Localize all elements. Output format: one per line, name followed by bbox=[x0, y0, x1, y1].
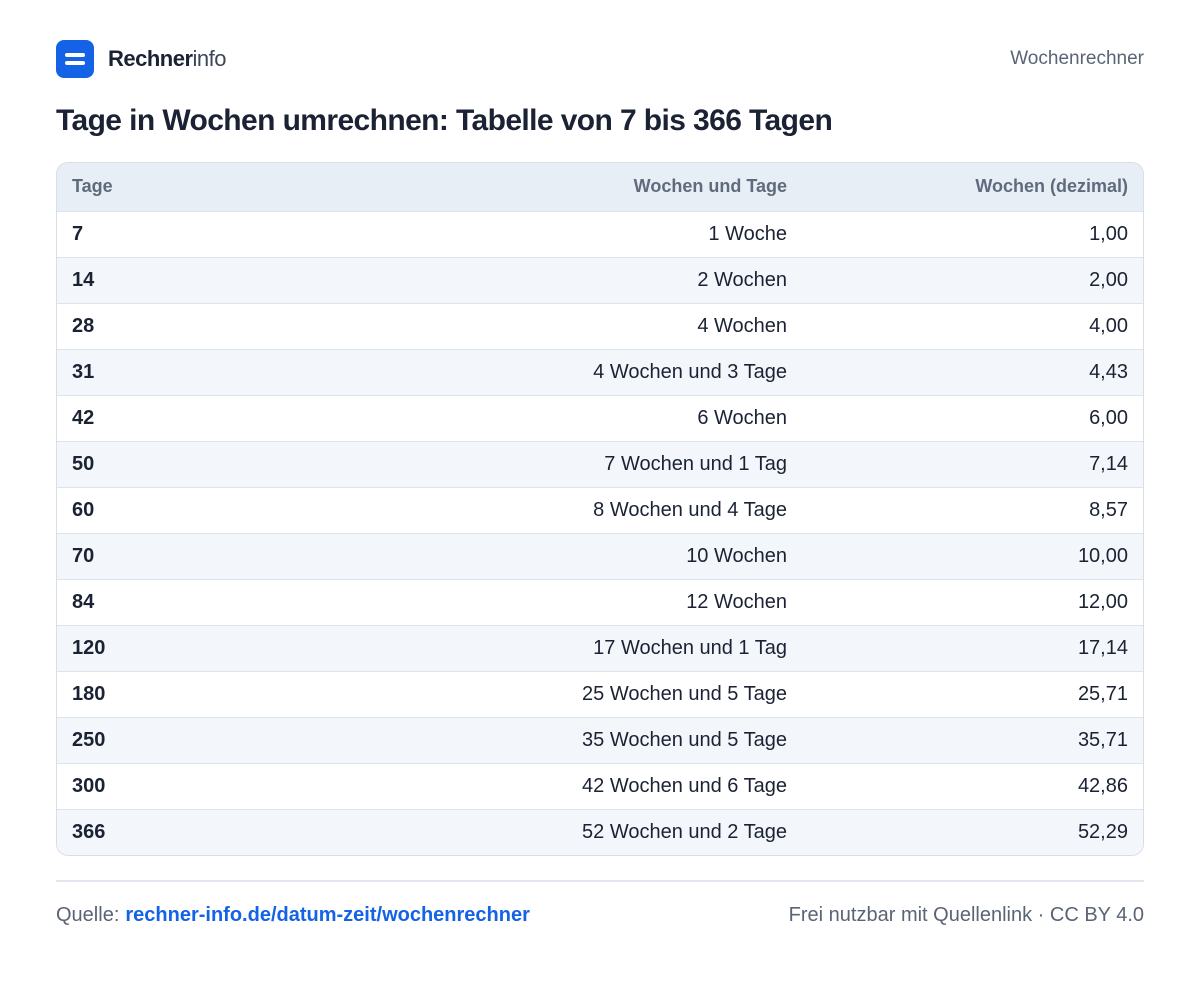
source-attribution: Quelle: rechner-info.de/datum-zeit/wochen… bbox=[56, 904, 530, 927]
cell-days: 300 bbox=[72, 774, 106, 797]
cell-days: 60 bbox=[72, 498, 95, 521]
page-title: Tage in Wochen umrechnen: Tabelle von 7 … bbox=[56, 104, 833, 137]
table-row: 14 2 Wochen 2,00 bbox=[57, 257, 1143, 303]
cell-days: 120 bbox=[72, 636, 106, 659]
header: Rechnerinfo Wochenrechner bbox=[56, 40, 1144, 78]
cell-days: 31 bbox=[72, 360, 95, 383]
cell-weeks-decimal: 35,71 bbox=[1077, 728, 1128, 751]
table-row: 366 52 Wochen und 2 Tage 52,29 bbox=[57, 809, 1143, 855]
cell-days: 28 bbox=[72, 314, 95, 337]
cell-weeks-days: 12 Wochen bbox=[686, 590, 787, 613]
cell-days: 84 bbox=[72, 590, 95, 613]
cell-weeks-days: 10 Wochen bbox=[686, 544, 787, 567]
table-row: 60 8 Wochen und 4 Tage 8,57 bbox=[57, 487, 1143, 533]
cell-weeks-decimal: 6,00 bbox=[1089, 406, 1128, 429]
cell-weeks-days: 42 Wochen und 6 Tage bbox=[582, 774, 787, 797]
source-label: Quelle: bbox=[56, 904, 120, 926]
cell-weeks-days: 8 Wochen und 4 Tage bbox=[593, 498, 787, 521]
cell-days: 180 bbox=[72, 682, 106, 705]
cell-weeks-days: 2 Wochen bbox=[697, 268, 787, 291]
cell-weeks-days: 6 Wochen bbox=[697, 406, 787, 429]
table-row: 250 35 Wochen und 5 Tage 35,71 bbox=[57, 717, 1143, 763]
table-row: 300 42 Wochen und 6 Tage 42,86 bbox=[57, 763, 1143, 809]
table-row: 84 12 Wochen 12,00 bbox=[57, 579, 1143, 625]
column-header-weeks-decimal: Wochen (dezimal) bbox=[975, 176, 1128, 197]
cell-weeks-decimal: 4,43 bbox=[1089, 360, 1128, 383]
table-row: 7 1 Woche 1,00 bbox=[57, 211, 1143, 257]
brand-name: Rechnerinfo bbox=[108, 46, 227, 72]
table-row: 70 10 Wochen 10,00 bbox=[57, 533, 1143, 579]
column-header-days: Tage bbox=[72, 176, 113, 197]
cell-weeks-decimal: 12,00 bbox=[1077, 590, 1128, 613]
column-header-weeks-days: Wochen und Tage bbox=[633, 176, 787, 197]
cell-weeks-decimal: 42,86 bbox=[1077, 774, 1128, 797]
cell-days: 70 bbox=[72, 544, 95, 567]
cell-weeks-decimal: 1,00 bbox=[1089, 222, 1128, 245]
logo-icon bbox=[56, 40, 94, 78]
cell-days: 366 bbox=[72, 820, 106, 843]
table-row: 31 4 Wochen und 3 Tage 4,43 bbox=[57, 349, 1143, 395]
cell-weeks-days: 52 Wochen und 2 Tage bbox=[582, 820, 787, 843]
cell-weeks-days: 4 Wochen und 3 Tage bbox=[593, 360, 787, 383]
cell-weeks-decimal: 10,00 bbox=[1077, 544, 1128, 567]
cell-weeks-days: 7 Wochen und 1 Tag bbox=[604, 452, 787, 475]
cell-weeks-decimal: 7,14 bbox=[1089, 452, 1128, 475]
cell-days: 14 bbox=[72, 268, 95, 291]
cell-weeks-days: 1 Woche bbox=[708, 222, 787, 245]
nav-link-wochenrechner[interactable]: Wochenrechner bbox=[1010, 48, 1144, 70]
footer-divider bbox=[56, 880, 1144, 882]
cell-days: 7 bbox=[72, 222, 84, 245]
table-row: 120 17 Wochen und 1 Tag 17,14 bbox=[57, 625, 1143, 671]
license-text: Frei nutzbar mit Quellenlink · CC BY 4.0 bbox=[788, 904, 1144, 926]
table-row: 180 25 Wochen und 5 Tage 25,71 bbox=[57, 671, 1143, 717]
cell-days: 250 bbox=[72, 728, 106, 751]
brand-name-strong: Rechner bbox=[108, 46, 193, 71]
brand-logo[interactable]: Rechnerinfo bbox=[56, 40, 227, 78]
brand-name-light: info bbox=[192, 46, 227, 71]
table-header-row: Tage Wochen und Tage Wochen (dezimal) bbox=[57, 163, 1143, 211]
cell-days: 50 bbox=[72, 452, 95, 475]
cell-weeks-decimal: 4,00 bbox=[1089, 314, 1128, 337]
cell-weeks-days: 35 Wochen und 5 Tage bbox=[582, 728, 787, 751]
footer: Quelle: rechner-info.de/datum-zeit/wochen… bbox=[56, 904, 1144, 927]
cell-weeks-days: 4 Wochen bbox=[697, 314, 787, 337]
cell-weeks-decimal: 2,00 bbox=[1089, 268, 1128, 291]
conversion-table: Tage Wochen und Tage Wochen (dezimal) 7 1… bbox=[56, 162, 1144, 856]
source-link[interactable]: rechner-info.de/datum-zeit/wochenrechner bbox=[125, 904, 530, 926]
cell-weeks-decimal: 17,14 bbox=[1077, 636, 1128, 659]
cell-weeks-decimal: 25,71 bbox=[1077, 682, 1128, 705]
cell-days: 42 bbox=[72, 406, 95, 429]
cell-weeks-decimal: 52,29 bbox=[1077, 820, 1128, 843]
table-row: 42 6 Wochen 6,00 bbox=[57, 395, 1143, 441]
cell-weeks-days: 25 Wochen und 5 Tage bbox=[582, 682, 787, 705]
table-row: 28 4 Wochen 4,00 bbox=[57, 303, 1143, 349]
table-row: 50 7 Wochen und 1 Tag 7,14 bbox=[57, 441, 1143, 487]
cell-weeks-days: 17 Wochen und 1 Tag bbox=[593, 636, 787, 659]
cell-weeks-decimal: 8,57 bbox=[1089, 498, 1128, 521]
